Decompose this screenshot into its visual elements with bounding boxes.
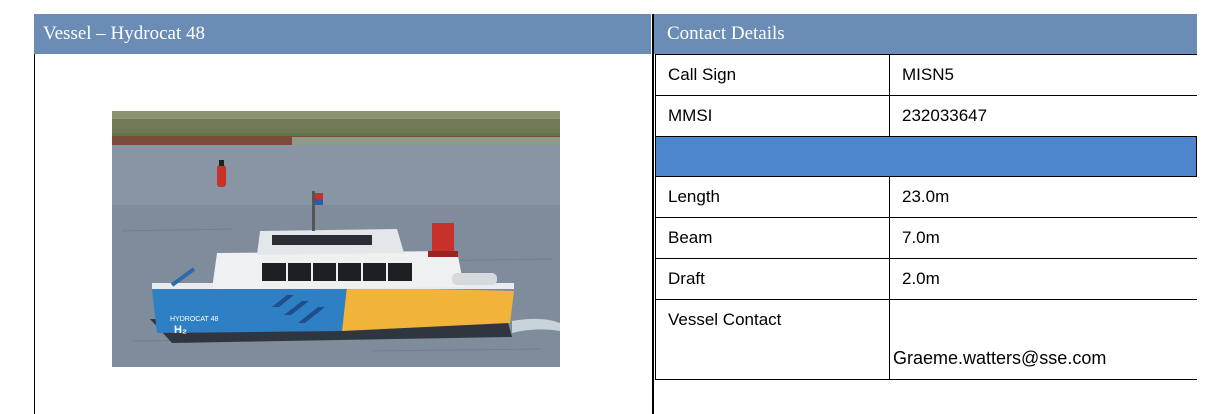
draft-label: Draft [655,258,890,300]
beam-label: Beam [655,217,890,259]
contact-details-header: Contact Details [654,14,1197,54]
vessel-contact-label: Vessel Contact [655,299,890,380]
column-divider [652,14,654,414]
length-label: Length [655,176,890,218]
boat-photo-icon: HYDROCAT 48 H₂ [112,111,560,367]
mmsi-label: MMSI [655,95,890,137]
contact-details-table: Call Sign MISN5 MMSI 232033647 Length 23… [655,54,1197,380]
vessel-header: Vessel – Hydrocat 48 [34,14,651,54]
table-row: Draft 2.0m [655,258,1197,300]
vessel-info-table: Vessel – Hydrocat 48 Contact Details HYD… [34,14,1197,414]
separator-cell [655,136,1197,177]
length-value: 23.0m [889,176,1197,218]
vessel-contact-email: Graeme.watters@sse.com [889,299,1197,380]
table-row: Vessel Contact Graeme.watters@sse.com [655,299,1197,380]
vessel-photo: HYDROCAT 48 H₂ [112,111,560,367]
separator-row [655,136,1197,177]
table-row: Length 23.0m [655,176,1197,218]
table-row: Call Sign MISN5 [655,54,1197,96]
table-row: MMSI 232033647 [655,95,1197,137]
svg-text:H₂: H₂ [174,324,187,336]
draft-value: 2.0m [889,258,1197,300]
mmsi-value: 232033647 [889,95,1197,137]
call-sign-value: MISN5 [889,54,1197,96]
call-sign-label: Call Sign [655,54,890,96]
left-border [34,54,35,414]
hull-name-text: HYDROCAT 48 [170,316,218,323]
beam-value: 7.0m [889,217,1197,259]
table-row: Beam 7.0m [655,217,1197,259]
